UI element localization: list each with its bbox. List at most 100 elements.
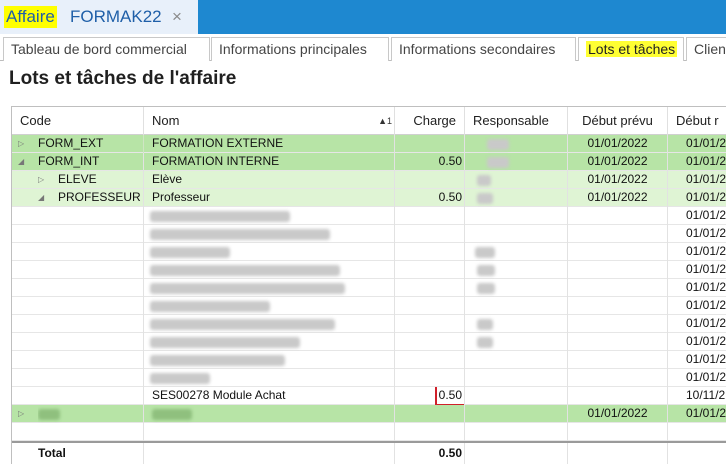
cell-debut-prevu: 01/01/2022 xyxy=(568,189,668,207)
column-header-responsable[interactable]: Responsable xyxy=(465,107,568,135)
cell-nom xyxy=(144,333,395,351)
expand-icon[interactable]: ▷ xyxy=(18,405,24,422)
cell-code xyxy=(12,369,144,387)
table-row[interactable]: 01/01/2 xyxy=(12,333,726,351)
total-row: Total 0.50 xyxy=(12,441,726,464)
tab-strip: Tableau de bord commercial Informations … xyxy=(0,34,726,62)
cell-responsable xyxy=(465,189,568,207)
cell-nom: Elève xyxy=(152,171,395,189)
column-header-nom[interactable]: Nom ▲1 xyxy=(144,107,395,135)
cell-code: ELEVE xyxy=(58,171,144,189)
title-bar-strip xyxy=(198,0,726,34)
redacted-block xyxy=(477,337,493,348)
cell-debut-reel: 01/01/2 xyxy=(686,154,726,168)
cell-nom xyxy=(144,243,395,261)
cell-responsable xyxy=(465,297,568,315)
tab-clients[interactable]: Clien xyxy=(686,37,726,61)
cell-debut-reel: 01/01/2 xyxy=(686,298,726,312)
cell-responsable xyxy=(465,387,568,405)
table-row[interactable]: 01/01/2 xyxy=(12,261,726,279)
cell-debut-prevu xyxy=(568,207,668,225)
cell-debut-reel: 01/01/2 xyxy=(686,406,726,420)
tab-label: Informations secondaires xyxy=(399,41,556,57)
cell-responsable xyxy=(465,225,568,243)
document-tab[interactable]: Affaire FORMAK22 × xyxy=(0,0,198,34)
table-row[interactable]: 01/01/2 xyxy=(12,225,726,243)
table-row[interactable]: ◢ FORM_INT FORMATION INTERNE 0.50 01/01/… xyxy=(12,153,726,171)
column-header-label: Code xyxy=(20,113,52,128)
cell-charge xyxy=(395,297,465,315)
column-header-charge[interactable]: Charge xyxy=(395,107,465,135)
cell-charge xyxy=(395,333,465,351)
tab-label: Tableau de bord commercial xyxy=(11,41,187,57)
cell-debut-reel: 01/01/2 xyxy=(686,208,726,222)
redacted-block xyxy=(150,265,340,276)
cell-nom xyxy=(144,423,395,441)
tab-label: Clien xyxy=(694,41,726,57)
cell-charge xyxy=(395,405,465,423)
cell-code xyxy=(12,207,144,225)
cell-debut-reel: 01/01/2 xyxy=(686,334,726,348)
cell-code xyxy=(12,333,144,351)
cell-debut-prevu xyxy=(568,423,668,441)
tab-lots-et-taches[interactable]: Lots et tâches xyxy=(578,37,684,62)
cell-charge[interactable]: 0.50 xyxy=(395,387,465,405)
cell-responsable xyxy=(465,261,568,279)
document-name: FORMAK22 xyxy=(70,7,162,26)
column-header-debut-reel[interactable]: Début r xyxy=(668,107,726,135)
table-row[interactable]: 01/01/2 xyxy=(12,207,726,225)
cell-debut-prevu xyxy=(568,297,668,315)
grid-header: Code Nom ▲1 Charge Responsable Début pré… xyxy=(12,107,726,135)
cell-debut-prevu xyxy=(568,261,668,279)
table-row[interactable]: SES00278 Module Achat 0.50 10/11/2 xyxy=(12,387,726,405)
cell-nom xyxy=(144,207,395,225)
cell-responsable xyxy=(465,315,568,333)
column-header-code[interactable]: Code xyxy=(12,107,144,135)
redacted-block xyxy=(150,247,230,258)
table-row[interactable]: ▷ ELEVE Elève 01/01/2022 01/01/2 xyxy=(12,171,726,189)
redacted-block xyxy=(477,193,493,204)
redacted-block xyxy=(150,355,285,366)
cell-code xyxy=(12,315,144,333)
cell-debut-prevu: 01/01/2022 xyxy=(568,153,668,171)
cell-debut-prevu xyxy=(568,225,668,243)
collapse-icon[interactable]: ◢ xyxy=(38,189,44,206)
expand-icon[interactable]: ▷ xyxy=(38,171,44,188)
table-row[interactable]: 01/01/2 xyxy=(12,369,726,387)
table-row[interactable]: 01/01/2 xyxy=(12,279,726,297)
cell-code xyxy=(12,243,144,261)
table-row[interactable]: 01/01/2 xyxy=(12,243,726,261)
cell-charge xyxy=(395,171,465,189)
page-title: Lots et tâches de l'affaire xyxy=(9,68,237,89)
cell-nom xyxy=(144,351,395,369)
cell-nom xyxy=(144,315,395,333)
redacted-block xyxy=(38,409,60,420)
tab-informations-secondaires[interactable]: Informations secondaires xyxy=(391,37,576,61)
cell-debut-reel: 01/01/2 xyxy=(686,136,726,150)
cell-code: FORM_INT xyxy=(38,153,144,171)
table-row[interactable]: 01/01/2 xyxy=(12,351,726,369)
cell-charge: 0.50 xyxy=(395,189,465,207)
column-header-debut-prevu[interactable]: Début prévu xyxy=(568,107,668,135)
table-row[interactable]: ◢ PROFESSEUR Professeur 0.50 01/01/2022 … xyxy=(12,189,726,207)
cell-debut-prevu: 01/01/2022 xyxy=(568,405,668,423)
cell-code: FORM_EXT xyxy=(38,135,144,153)
cell-code xyxy=(12,297,144,315)
collapse-icon[interactable]: ◢ xyxy=(18,153,24,170)
cell-debut-reel: 01/01/2 xyxy=(686,226,726,240)
redacted-block xyxy=(477,265,495,276)
table-row[interactable]: ▷ FORM_EXT FORMATION EXTERNE 01/01/2022 … xyxy=(12,135,726,153)
close-icon[interactable]: × xyxy=(172,6,182,28)
table-row[interactable]: 01/01/2 xyxy=(12,315,726,333)
cell-responsable xyxy=(465,135,568,153)
expand-icon[interactable]: ▷ xyxy=(18,135,24,152)
tab-tableau-de-bord[interactable]: Tableau de bord commercial xyxy=(3,37,210,61)
title-bar: Affaire FORMAK22 × xyxy=(0,0,726,34)
cell-debut-prevu xyxy=(568,387,668,405)
cell-debut-reel: 01/01/2 xyxy=(686,262,726,276)
table-row[interactable]: 01/01/2 xyxy=(12,297,726,315)
redacted-block xyxy=(477,319,493,330)
tab-informations-principales[interactable]: Informations principales xyxy=(211,37,389,61)
redacted-block xyxy=(475,247,495,258)
table-row[interactable]: ▷ 01/01/2022 01/01/2 xyxy=(12,405,726,423)
